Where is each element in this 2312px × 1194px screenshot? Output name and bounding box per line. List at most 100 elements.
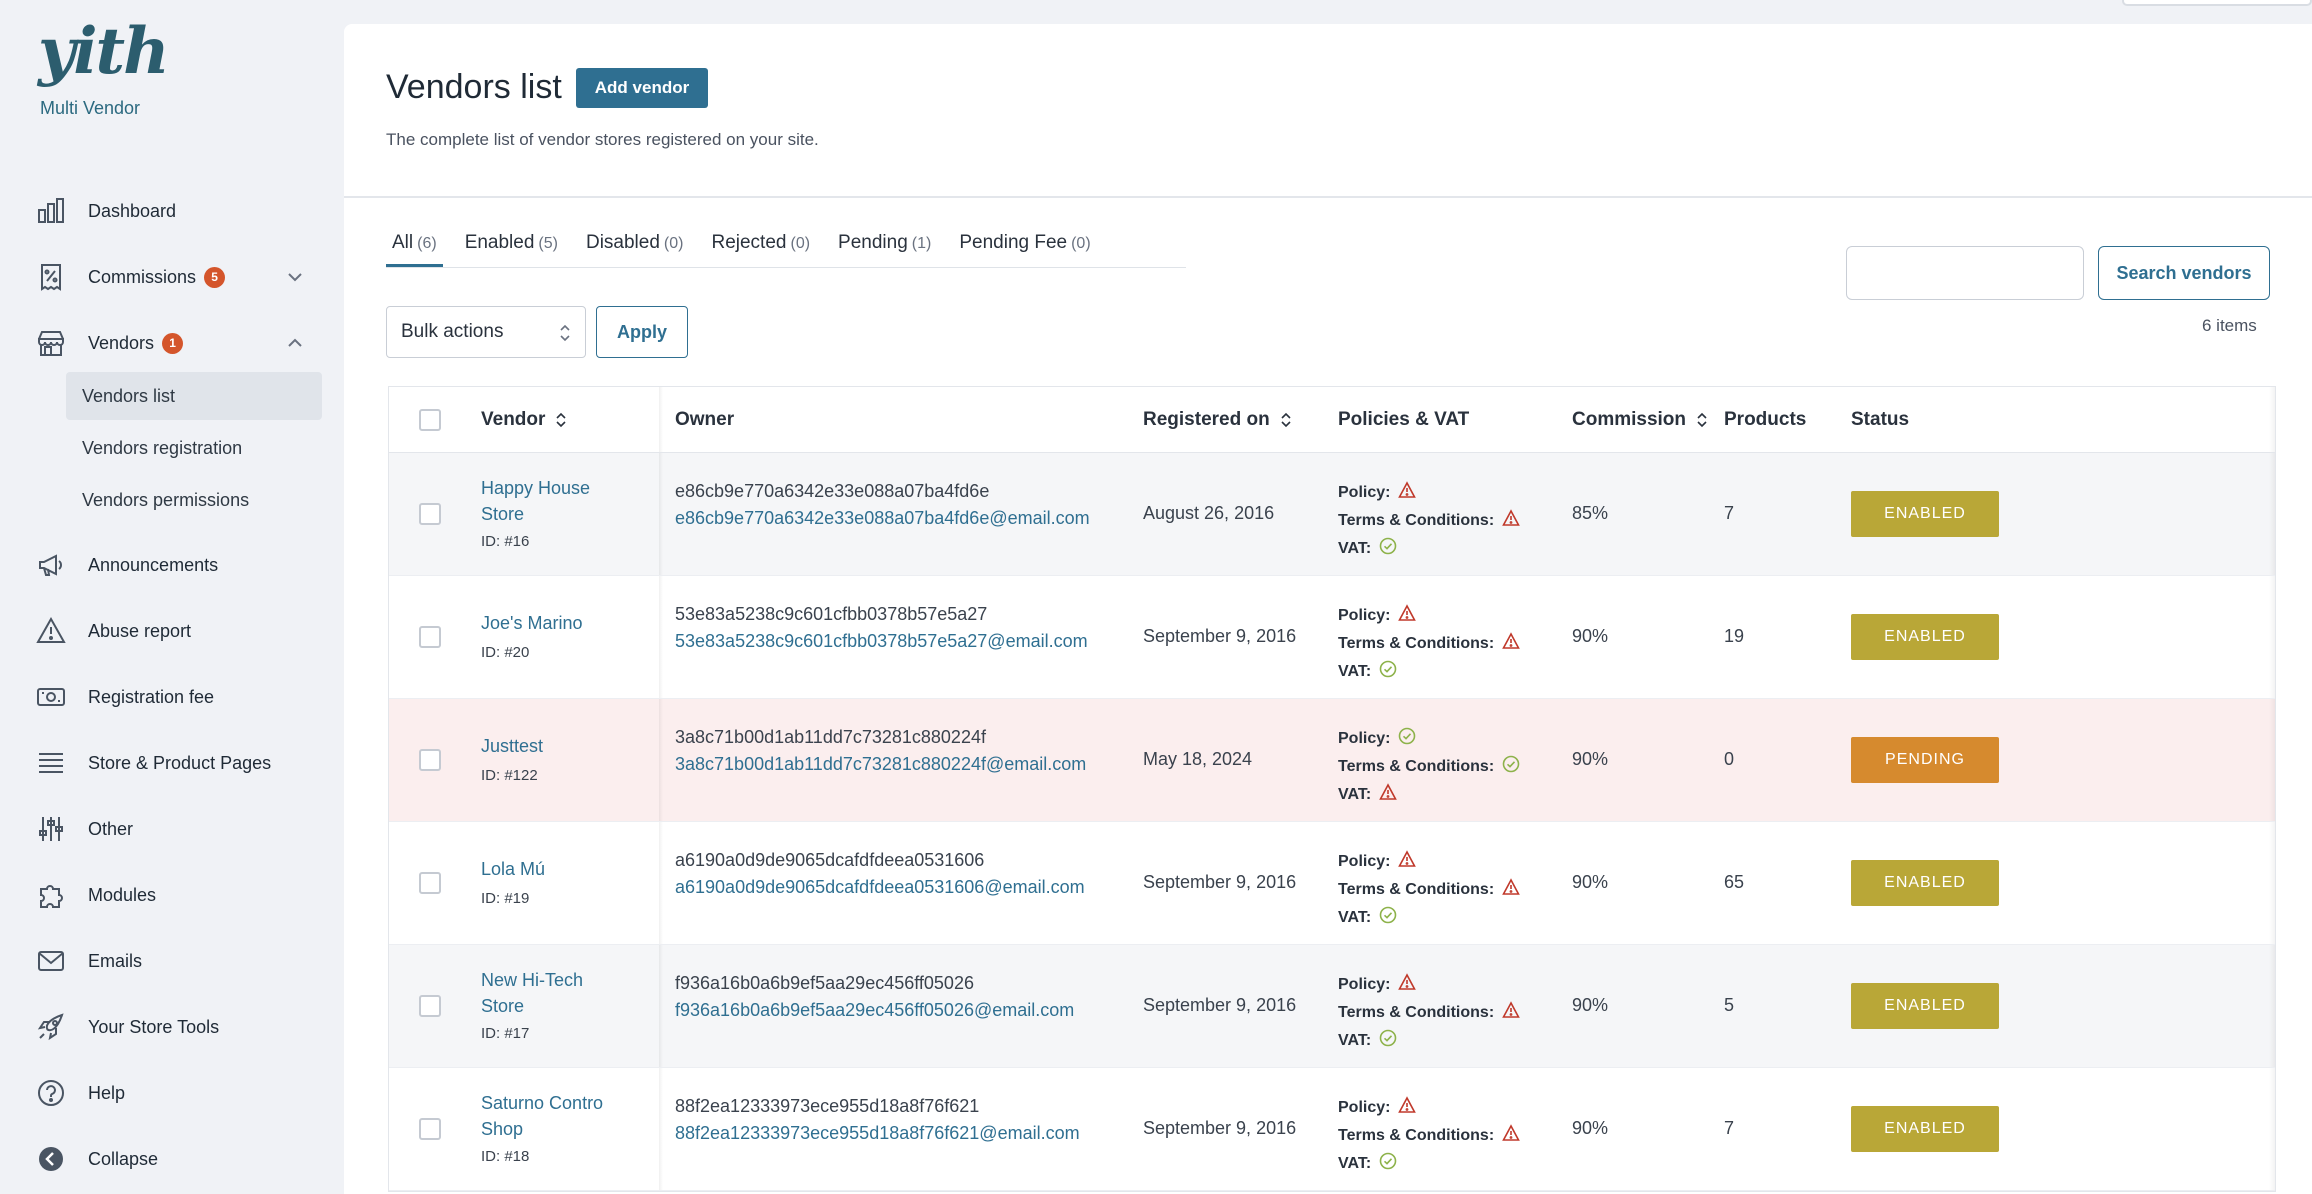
tab-rejected[interactable]: Rejected (0)	[705, 232, 816, 267]
policy-status: Policy:	[1338, 850, 1417, 873]
sidebar-item-registration-fee[interactable]: Registration fee	[0, 664, 344, 730]
owner-email-link[interactable]: f936a16b0a6b9ef5aa29ec456ff05026@email.c…	[675, 1000, 1074, 1021]
search-vendors-button[interactable]: Search vendors	[2098, 246, 2270, 300]
sidebar-item-dashboard[interactable]: Dashboard	[0, 178, 344, 244]
column-header-registered[interactable]: Registered on	[1143, 387, 1292, 453]
owner-email-link[interactable]: 88f2ea12333973ece955d18a8f76f621@email.c…	[675, 1123, 1080, 1144]
owner-email-link[interactable]: e86cb9e770a6342e33e088a07ba4fd6e@email.c…	[675, 508, 1090, 529]
sidebar-item-label: Emails	[88, 950, 143, 971]
policy-label: Policy:	[1338, 852, 1391, 870]
sidebar-item-emails[interactable]: Emails	[0, 928, 344, 994]
column-header-vendor[interactable]: Vendor	[481, 387, 567, 453]
vendor-name-link[interactable]: Joe's Marino	[481, 610, 631, 636]
owner-email-link[interactable]: 3a8c71b00d1ab11dd7c73281c880224f@email.c…	[675, 754, 1086, 775]
sidebar-subitem-vendors-registration[interactable]: Vendors registration	[66, 424, 322, 472]
add-vendor-button[interactable]: Add vendor	[576, 68, 708, 108]
registered-date: September 9, 2016	[1143, 1118, 1297, 1138]
tab-disabled[interactable]: Disabled (0)	[580, 232, 690, 267]
table-row: Saturno Contro Shop ID: #18 88f2ea12333973…	[389, 1068, 2275, 1191]
warning-icon	[1390, 973, 1417, 996]
bulk-actions-select[interactable]: Bulk actions	[386, 306, 586, 358]
yith-logo[interactable]: yith	[38, 20, 170, 84]
tab-count: (6)	[417, 235, 437, 252]
table-scroll-shadow	[2269, 822, 2275, 944]
sidebar-item-label: Store & Product Pages	[88, 752, 272, 773]
sidebar-item-other[interactable]: Other	[0, 796, 344, 862]
products-count: 65	[1724, 872, 1745, 892]
list-icon	[36, 748, 66, 778]
vendor-name-link[interactable]: Saturno Contro Shop	[481, 1090, 631, 1142]
status-tabs: All (6) Enabled (5) Disabled (0) Rejected (0…	[386, 232, 1186, 268]
vendor-name-link[interactable]: Happy House Store	[481, 475, 631, 527]
row-checkbox[interactable]	[419, 626, 441, 648]
sidebar-item-modules[interactable]: Modules	[0, 862, 344, 928]
commission-value: 90%	[1572, 1118, 1609, 1138]
commission-value: 90%	[1572, 995, 1609, 1015]
row-checkbox[interactable]	[419, 995, 441, 1017]
row-checkbox[interactable]	[419, 1118, 441, 1140]
chevron-down-icon[interactable]	[286, 268, 304, 286]
apply-button[interactable]: Apply	[596, 306, 688, 358]
policy-label: Policy:	[1338, 975, 1391, 993]
table-header: Vendor Owner Registered on Policies & VA…	[389, 387, 2275, 453]
row-checkbox[interactable]	[419, 503, 441, 525]
check-circle-icon	[1371, 1152, 1397, 1175]
status-badge[interactable]: ENABLED	[1851, 491, 1999, 537]
terms-label: Terms & Conditions:	[1338, 634, 1495, 652]
tab-enabled[interactable]: Enabled (5)	[459, 232, 564, 267]
tab-label: Disabled	[585, 232, 660, 253]
row-checkbox[interactable]	[419, 749, 441, 771]
vendor-name-link[interactable]: Lola Mú	[481, 856, 631, 882]
sidebar-item-label: Other	[88, 818, 134, 839]
sidebar-subitem-vendors-list[interactable]: Vendors list	[66, 372, 322, 420]
tab-pending[interactable]: Pending (1)	[832, 232, 937, 267]
vendor-name-link[interactable]: New Hi-Tech Store	[481, 967, 631, 1019]
sidebar-item-abuse-report[interactable]: Abuse report	[0, 598, 344, 664]
vendor-name-link[interactable]: Justtest	[481, 733, 631, 759]
table-scroll-shadow	[2269, 699, 2275, 821]
column-separator	[659, 576, 663, 698]
registered-date: August 26, 2016	[1143, 503, 1275, 523]
column-separator	[659, 1068, 663, 1190]
search-input[interactable]	[1846, 246, 2084, 300]
owner-email-link[interactable]: 53e83a5238c9c601cfbb0378b57e5a27@email.c…	[675, 631, 1088, 652]
collapse-icon	[36, 1144, 66, 1174]
tab-all[interactable]: All (6)	[386, 232, 443, 267]
commission-value: 85%	[1572, 503, 1609, 523]
policy-status: Policy:	[1338, 973, 1417, 996]
sidebar-item-help[interactable]: Help	[0, 1060, 344, 1126]
warning-icon	[1390, 850, 1417, 873]
owner-username: e86cb9e770a6342e33e088a07ba4fd6e	[675, 481, 990, 501]
sidebar-menu: Dashboard Commissions 5 Vendors 1 Vendor…	[0, 178, 344, 1192]
owner-email-link[interactable]: a6190a0d9de9065dcafdfdeea0531606@email.c…	[675, 877, 1085, 898]
status-badge[interactable]: ENABLED	[1851, 1106, 1999, 1152]
sidebar-item-store-tools[interactable]: Your Store Tools	[0, 994, 344, 1060]
row-checkbox[interactable]	[419, 872, 441, 894]
tab-pending-fee[interactable]: Pending Fee (0)	[953, 232, 1096, 267]
sidebar-item-collapse[interactable]: Collapse	[0, 1126, 344, 1192]
brand: yith Multi Vendor	[38, 20, 170, 119]
puzzle-icon	[36, 880, 66, 910]
check-circle-icon	[1371, 537, 1397, 560]
select-all-checkbox[interactable]	[419, 409, 441, 431]
status-badge[interactable]: ENABLED	[1851, 614, 1999, 660]
sidebar-item-commissions[interactable]: Commissions 5	[0, 244, 344, 310]
sidebar-item-announcements[interactable]: Announcements	[0, 532, 344, 598]
column-label: Status	[1851, 409, 1910, 430]
sliders-icon	[36, 814, 66, 844]
terms-status: Terms & Conditions:	[1338, 878, 1520, 901]
status-badge[interactable]: ENABLED	[1851, 860, 1999, 906]
sidebar-item-vendors[interactable]: Vendors 1	[0, 310, 344, 376]
terms-status: Terms & Conditions:	[1338, 632, 1520, 655]
column-header-products: Products	[1724, 387, 1806, 453]
sidebar-item-store-product-pages[interactable]: Store & Product Pages	[0, 730, 344, 796]
column-header-commission[interactable]: Commission	[1572, 387, 1708, 453]
warning-icon	[1390, 481, 1417, 504]
vat-status: VAT:	[1338, 660, 1397, 683]
status-badge[interactable]: PENDING	[1851, 737, 1999, 783]
sidebar-subitem-vendors-permissions[interactable]: Vendors permissions	[66, 476, 322, 524]
status-badge[interactable]: ENABLED	[1851, 983, 1999, 1029]
chevron-up-icon[interactable]	[286, 334, 304, 352]
vat-label: VAT:	[1338, 539, 1372, 557]
top-right-control	[2122, 0, 2312, 6]
